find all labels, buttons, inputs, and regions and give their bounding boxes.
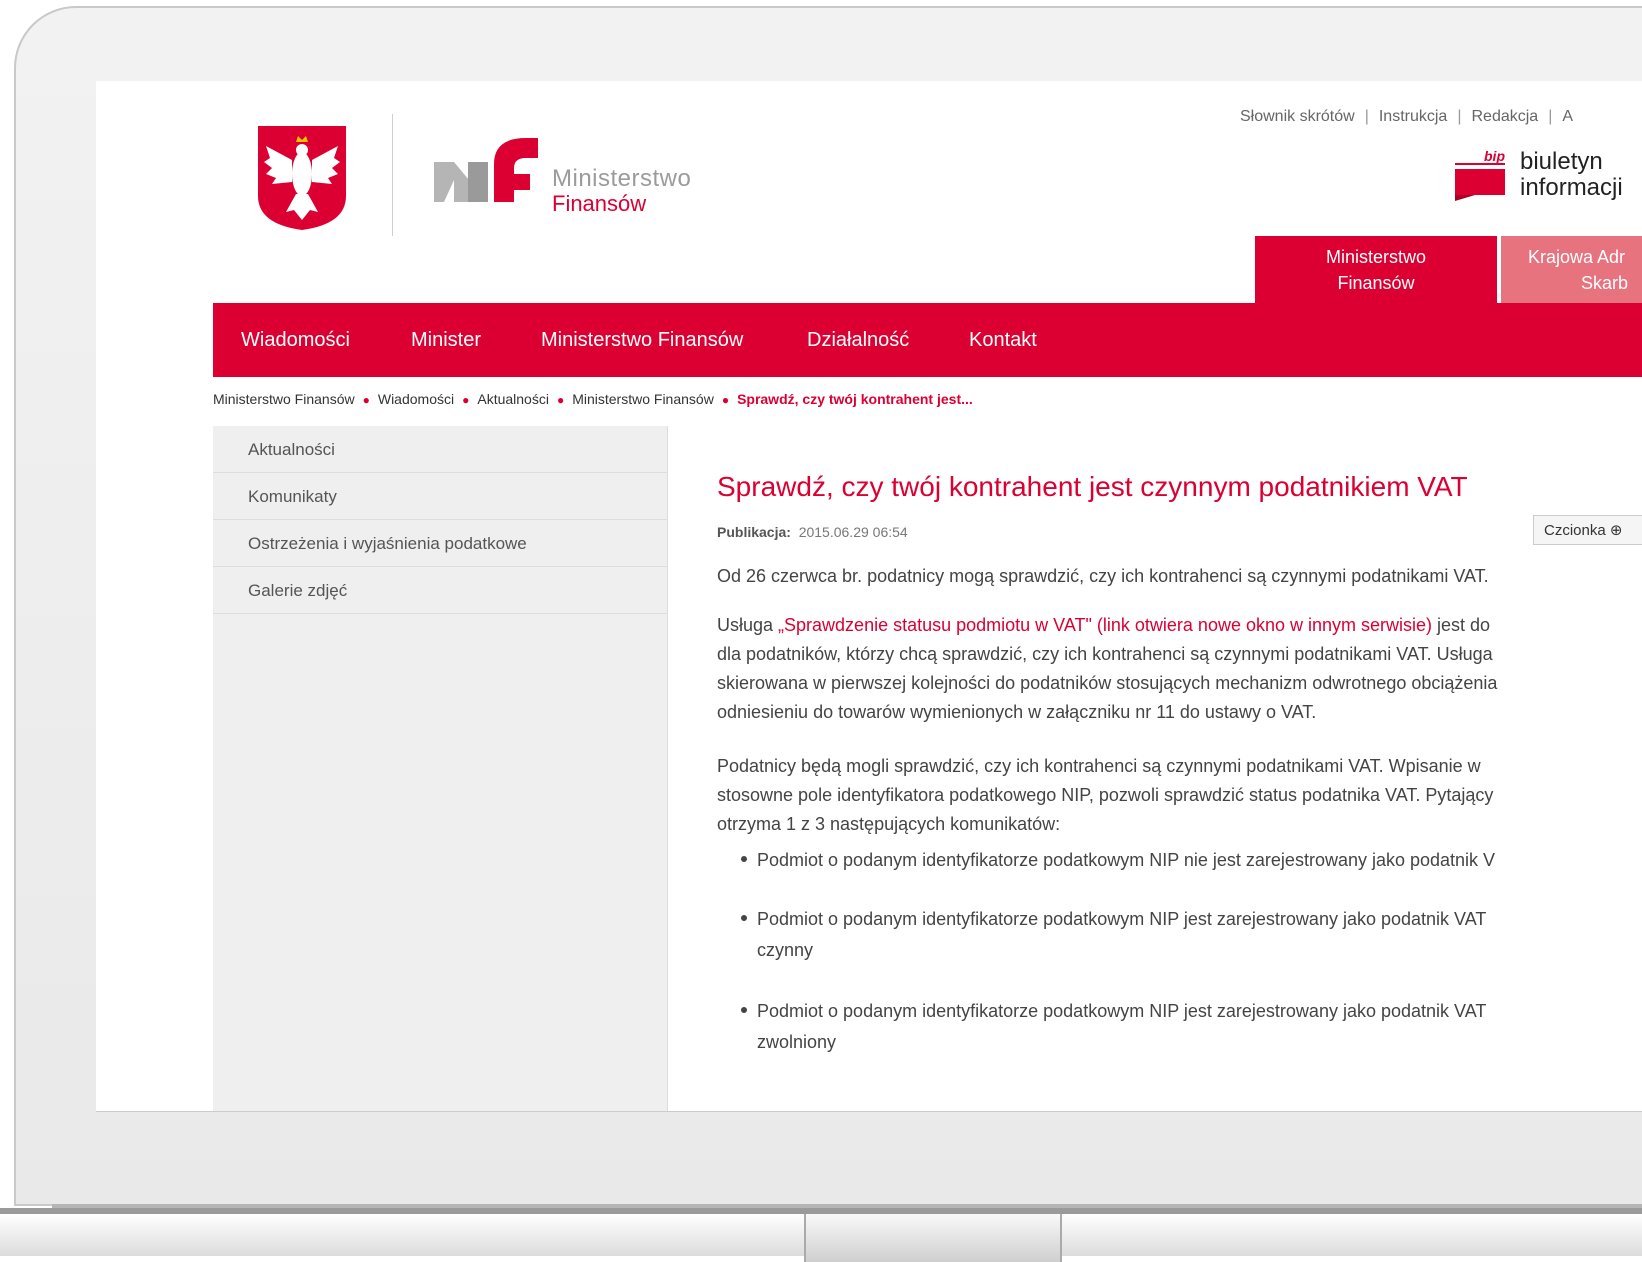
- status-vat-link[interactable]: „Sprawdzenie statusu podmiotu w VAT" (li…: [778, 615, 1432, 635]
- link-cut-off[interactable]: A: [1562, 108, 1573, 125]
- bullet-text-cont: czynny: [757, 940, 814, 960]
- article-paragraph-2: Podatnicy będą mogli sprawdzić, czy ich …: [717, 752, 1642, 839]
- tab-kas-line1: Krajowa Adr: [1527, 246, 1626, 267]
- tab-krajowa-administracja-skarbowa[interactable]: Krajowa Adr Skarb: [1501, 236, 1642, 303]
- logo-text-finansow: Finansów: [552, 191, 647, 216]
- breadcrumb-item[interactable]: Aktualności: [477, 391, 549, 407]
- p1-suffix: jest do: [1432, 615, 1491, 635]
- article-meta: Publikacja: 2015.06.29 06:54: [717, 524, 908, 540]
- bip-logo-icon[interactable]: bip: [1451, 145, 1511, 201]
- breadcrumb-item[interactable]: Wiadomości: [378, 391, 454, 407]
- nav-kontakt[interactable]: Kontakt: [969, 303, 1037, 377]
- bullet-text: Podmiot o podanym identyfikatorze podatk…: [757, 909, 1487, 929]
- article-paragraph-1: Usługa „Sprawdzenie statusu podmiotu w V…: [717, 611, 1642, 727]
- p1-line4: odniesieniu do towarów wymienionych w za…: [717, 702, 1317, 722]
- bip-mark-text: bip: [1484, 148, 1505, 164]
- sidebar-item-aktualnosci[interactable]: Aktualności: [213, 426, 667, 473]
- article-title: Sprawdź, czy twój kontrahent jest czynny…: [717, 471, 1468, 502]
- p1-prefix: Usługa: [717, 615, 779, 635]
- p2-line2: stosowne pole identyfikatora podatkowego…: [717, 785, 1494, 805]
- bullet-text: Podmiot o podanym identyfikatorze podatk…: [757, 850, 1496, 870]
- nav-ministerstwo-finansow[interactable]: Ministerstwo Finansów: [541, 303, 743, 377]
- laptop-base: [0, 1208, 1642, 1262]
- sidebar: Aktualności Komunikaty Ostrzeżenia i wyj…: [213, 426, 668, 1111]
- meta-label: Publikacja:: [717, 524, 791, 540]
- logo-divider: [392, 114, 393, 236]
- mf-logo-icon[interactable]: [434, 134, 544, 204]
- browser-screen: Ministerstwo Finansów Słownik skrótów | In…: [96, 81, 1642, 1112]
- polish-emblem-icon[interactable]: [256, 124, 348, 232]
- bullet-icon: [741, 1007, 747, 1014]
- logo-text-ministerstwo: Ministerstwo: [552, 165, 692, 192]
- link-instrukcja[interactable]: Instrukcja: [1379, 108, 1447, 125]
- nav-wiadomosci[interactable]: Wiadomości: [241, 303, 350, 377]
- meta-date: 2015.06.29 06:54: [798, 524, 908, 540]
- bullet-text-cont: zwolniony: [757, 1032, 837, 1052]
- bip-line1: biuletyn: [1520, 148, 1603, 175]
- bip-line2: informacji: [1520, 174, 1623, 201]
- p2-line3: otrzyma 1 z 3 następujących komunikatów:: [717, 814, 1061, 834]
- tab-mf-line1: Ministerstwo: [1325, 246, 1427, 267]
- main-nav: Wiadomości Minister Ministerstwo Finansó…: [213, 303, 1642, 377]
- tab-kas-line2: Skarb: [1581, 272, 1629, 293]
- font-size-button[interactable]: Czcionka ⊕: [1533, 515, 1642, 545]
- sidebar-item-galerie[interactable]: Galerie zdjęć: [213, 567, 667, 614]
- nav-dzialalnosc[interactable]: Działalność: [807, 303, 909, 377]
- bullet-text: Podmiot o podanym identyfikatorze podatk…: [757, 1001, 1487, 1021]
- link-redakcja[interactable]: Redakcja: [1471, 108, 1538, 125]
- bip-text[interactable]: biuletyn informacji: [1520, 149, 1623, 201]
- breadcrumb-item[interactable]: Ministerstwo Finansów: [572, 391, 714, 407]
- bullet-icon: [741, 915, 747, 922]
- breadcrumb: Ministerstwo Finansów ● Wiadomości ● Aktualn…: [213, 391, 973, 407]
- sidebar-item-komunikaty[interactable]: Komunikaty: [213, 473, 667, 520]
- tab-mf-line2: Finansów: [1337, 272, 1415, 293]
- p1-line3: skierowana w pierwszej kolejności do pod…: [717, 673, 1498, 693]
- breadcrumb-item[interactable]: Ministerstwo Finansów: [213, 391, 355, 407]
- p2-line1: Podatnicy będą mogli sprawdzić, czy ich …: [717, 756, 1481, 776]
- article: Sprawdź, czy twój kontrahent jest czynny…: [717, 426, 1642, 1111]
- link-slownik[interactable]: Słownik skrótów: [1240, 108, 1355, 125]
- nav-minister[interactable]: Minister: [411, 303, 481, 377]
- list-item: Podmiot o podanym identyfikatorze podatk…: [741, 904, 1486, 966]
- breadcrumb-current: Sprawdź, czy twój kontrahent jest...: [737, 391, 973, 407]
- article-lead: Od 26 czerwca br. podatnicy mogą sprawdz…: [717, 566, 1489, 586]
- list-item: Podmiot o podanym identyfikatorze podatk…: [741, 845, 1495, 876]
- sidebar-item-ostrzezenia[interactable]: Ostrzeżenia i wyjaśnienia podatkowe: [213, 520, 667, 567]
- tab-ministerstwo-finansow[interactable]: Ministerstwo Finansów: [1255, 236, 1497, 303]
- bullet-icon: [741, 856, 747, 863]
- top-links: Słownik skrótów | Instrukcja | Redakcja | A: [1240, 108, 1574, 125]
- laptop-hinge: [804, 1214, 1062, 1262]
- p1-line2: dla podatników, którzy chcą sprawdzić, c…: [717, 644, 1493, 664]
- list-item: Podmiot o podanym identyfikatorze podatk…: [741, 996, 1486, 1058]
